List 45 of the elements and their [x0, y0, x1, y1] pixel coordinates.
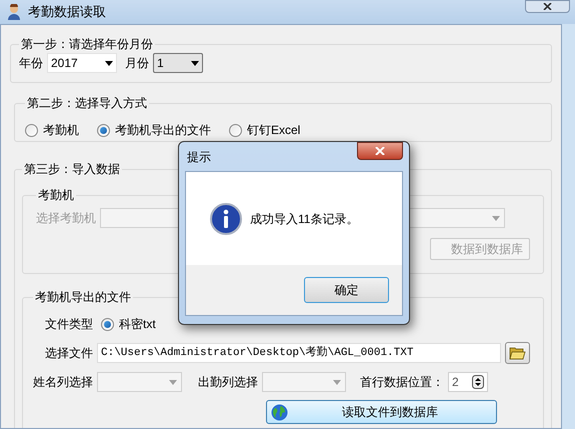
year-label: 年份 — [19, 55, 43, 72]
group-legend: 第一步：请选择年份月份 — [19, 35, 155, 53]
attendance-column-label: 出勤列选择 — [198, 374, 258, 391]
file-type-label: 文件类型 — [45, 316, 93, 333]
close-icon — [375, 147, 385, 155]
caret-icon — [333, 380, 341, 384]
caret-icon — [492, 216, 500, 220]
device-label: 选择考勤机 — [36, 210, 96, 227]
file-label: 选择文件 — [45, 345, 93, 362]
ok-button[interactable]: 确定 — [304, 277, 389, 303]
globe-icon — [271, 404, 288, 420]
radio-label: 科密txt — [119, 316, 156, 333]
month-dropdown[interactable]: 1 — [153, 53, 203, 73]
radio-label: 考勤机 — [43, 122, 79, 139]
radio-selected[interactable] — [101, 318, 114, 330]
info-icon — [210, 202, 242, 234]
dialog-title: 提示 — [187, 149, 211, 166]
group-legend: 考勤机 — [36, 186, 76, 204]
file-path-field[interactable]: C:\Users\Administrator\Desktop\考勤\AGL_0001.TXT — [97, 343, 501, 363]
radio-button[interactable] — [25, 124, 38, 136]
first-row-spinner[interactable]: 2 — [448, 372, 488, 392]
spinner-arrows-icon — [472, 375, 484, 389]
caret-icon — [105, 60, 113, 66]
folder-icon — [509, 346, 526, 360]
person-icon — [6, 4, 22, 20]
close-button[interactable] — [357, 142, 403, 160]
year-dropdown[interactable]: 2017 — [47, 53, 117, 73]
close-icon — [543, 3, 552, 10]
group-legend: 第三步：导入数据 — [22, 160, 122, 178]
radio-button[interactable] — [229, 124, 242, 136]
radio-selected[interactable] — [97, 124, 110, 136]
browse-button[interactable] — [505, 342, 530, 364]
caret-icon — [169, 380, 177, 384]
radio-label: 考勤机导出的文件 — [115, 122, 211, 139]
radio-label: 钉钉Excel — [247, 122, 300, 139]
read-file-button[interactable]: 读取文件到数据库 — [266, 400, 497, 424]
caret-icon — [191, 60, 199, 66]
dialog-message: 成功导入11条记录。 — [250, 210, 358, 228]
window-title: 考勤数据读取 — [28, 3, 106, 22]
group-legend: 考勤机导出的文件 — [33, 288, 133, 306]
month-label: 月份 — [125, 55, 149, 72]
group-legend: 第二步：选择导入方式 — [25, 94, 149, 112]
first-row-label: 首行数据位置： — [360, 374, 444, 391]
close-button[interactable] — [525, 0, 570, 13]
name-column-label: 姓名列选择 — [33, 374, 93, 391]
